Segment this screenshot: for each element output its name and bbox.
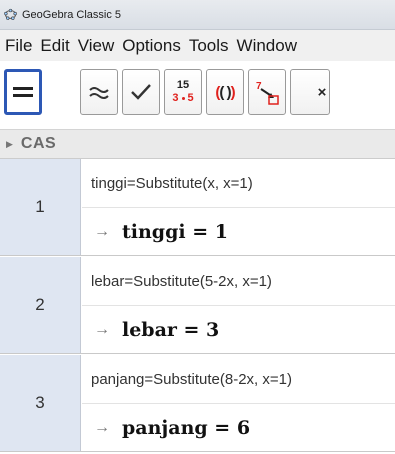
title-bar: GeoGebra Classic 5: [0, 0, 395, 30]
numeric-tool-button[interactable]: [80, 69, 118, 115]
expand-tool-button[interactable]: (( )): [206, 69, 244, 115]
cas-section-title: CAS: [20, 135, 57, 152]
row-number[interactable]: 3: [0, 355, 81, 451]
substitute-tool-button[interactable]: 7: [248, 69, 286, 115]
keep-input-tool-button[interactable]: [122, 69, 160, 115]
row-number[interactable]: 2: [0, 257, 81, 353]
cas-input[interactable]: tinggi=Substitute(x, x=1): [91, 159, 253, 207]
evaluate-tool-button[interactable]: [4, 69, 42, 115]
svg-text:7: 7: [256, 81, 262, 92]
substitute-icon: 7: [256, 81, 279, 105]
geogebra-logo-icon: [4, 8, 17, 20]
menu-options[interactable]: Options: [122, 36, 181, 56]
parentheses-icon: (( )): [215, 83, 235, 101]
cas-row: 2 lebar=Substitute(5-2x, x=1) → lebar = …: [0, 257, 395, 354]
output-expression: tinggi = 1: [122, 221, 228, 243]
factor-icon: 15 3 5: [172, 80, 193, 104]
cas-output: → lebar = 3: [94, 306, 219, 354]
output-expression: panjang = 6: [122, 417, 251, 439]
cas-section-header[interactable]: ▶ CAS: [0, 129, 395, 159]
menu-view[interactable]: View: [78, 36, 115, 56]
cas-row: 1 tinggi=Substitute(x, x=1) → tinggi = 1: [0, 159, 395, 256]
cas-input[interactable]: panjang=Substitute(8-2x, x=1): [91, 355, 292, 403]
approx-icon: [89, 87, 109, 99]
window-title: GeoGebra Classic 5: [22, 8, 122, 21]
output-expression: lebar = 3: [122, 319, 220, 341]
menu-window[interactable]: Window: [237, 36, 297, 56]
row-number[interactable]: 1: [0, 159, 81, 255]
factor-icon-a: 3: [172, 92, 179, 104]
toolbar: 15 3 5 (( )) 7 ×: [0, 61, 395, 129]
factor-icon-top: 15: [176, 79, 190, 91]
expand-triangle-icon[interactable]: ▶: [6, 139, 13, 150]
menu-file[interactable]: File: [5, 36, 32, 56]
next-tool-icon: ×: [317, 83, 327, 101]
equals-icon: [13, 87, 33, 97]
factor-tool-button[interactable]: 15 3 5: [164, 69, 202, 115]
menu-edit[interactable]: Edit: [40, 36, 69, 56]
output-arrow-icon: →: [94, 419, 110, 436]
check-icon: [131, 84, 151, 100]
cas-input[interactable]: lebar=Substitute(5-2x, x=1): [91, 257, 272, 305]
cas-row: 3 panjang=Substitute(8-2x, x=1) → panjan…: [0, 355, 395, 452]
output-arrow-icon: →: [94, 321, 110, 338]
cas-output: → tinggi = 1: [94, 208, 228, 256]
cas-output: → panjang = 6: [94, 404, 250, 452]
menu-bar: File Edit View Options Tools Window: [0, 30, 395, 61]
output-arrow-icon: →: [94, 223, 110, 240]
cas-view: 1 tinggi=Substitute(x, x=1) → tinggi = 1…: [0, 159, 395, 454]
menu-tools[interactable]: Tools: [189, 36, 229, 56]
next-tool-button[interactable]: ×: [290, 69, 330, 115]
factor-icon-b: 5: [187, 92, 194, 104]
